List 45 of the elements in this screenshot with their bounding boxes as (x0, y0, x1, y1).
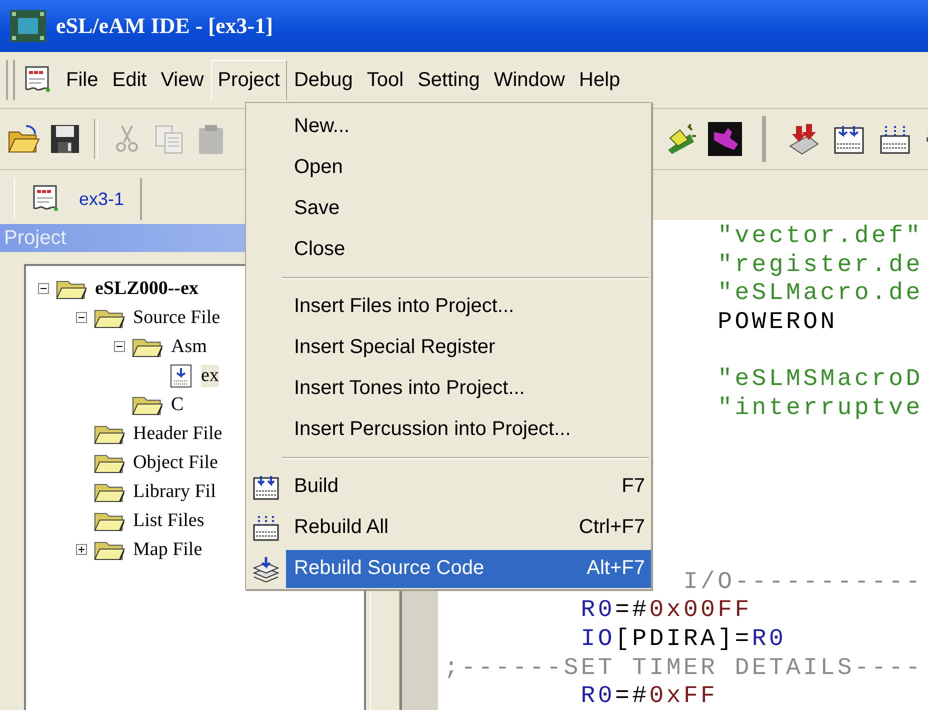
code-line: R0=#0x00FF (580, 597, 752, 626)
menu-item[interactable]: New... (286, 108, 651, 146)
window-title: eSL/eAM IDE - [ex3-1] (56, 13, 273, 39)
tree-item[interactable]: Asm (171, 336, 207, 358)
document-icon[interactable] (23, 65, 53, 95)
menu-item[interactable]: Open (286, 148, 651, 186)
code-line: "vector.def" (718, 223, 923, 252)
code-line: ;------SET TIMER DETAILS---- (444, 654, 923, 684)
tree-item[interactable]: C (171, 394, 184, 416)
code-line: "interruptve (718, 395, 923, 424)
menu-bar-item[interactable]: Edit (105, 60, 154, 100)
menu-bar-item[interactable]: Window (486, 60, 572, 100)
menu-bar-item[interactable]: Tool (360, 60, 411, 100)
menu-bar-item[interactable]: Project (210, 60, 287, 100)
collapse-icon[interactable] (38, 283, 49, 294)
menu-bar-item[interactable]: View (154, 60, 211, 100)
expand-icon[interactable] (76, 544, 87, 555)
file-tab[interactable]: ex3-1 (14, 178, 142, 220)
tree-item[interactable]: Library Fil (133, 480, 216, 502)
code-line: "register.de (718, 252, 923, 280)
code-line: IO[PDIRA]=R0 (580, 626, 786, 655)
tree-item[interactable]: Map File (133, 538, 202, 560)
menu-item[interactable]: Rebuild Source Code Alt+F7 (286, 550, 651, 588)
menu-bar-item[interactable]: Debug (286, 60, 360, 100)
app-icon (10, 10, 46, 42)
hand-icon[interactable] (708, 122, 742, 156)
document-icon (31, 184, 61, 214)
code-line: I/O----------- (683, 568, 923, 598)
tree-item[interactable]: Source File (133, 306, 220, 328)
menu-bar-item[interactable]: Help (572, 60, 628, 100)
code-line: R0=#0xFF (580, 683, 718, 710)
code-line: "eSLMacro.de (718, 280, 923, 310)
tree-item[interactable]: ex (201, 364, 219, 386)
collapse-icon[interactable] (76, 312, 87, 323)
code-line: POWERON (718, 309, 838, 338)
code-line: "eSLMSMacroD (718, 366, 923, 396)
tree-item[interactable]: eSLZ000--ex (95, 278, 198, 300)
tree-item[interactable]: Header File (133, 422, 222, 444)
collapse-icon[interactable] (114, 341, 125, 352)
menu-bar-item[interactable]: Setting (410, 60, 487, 100)
tree-item[interactable]: Object File (133, 452, 218, 474)
file-icon (169, 362, 193, 388)
menu-bar-item[interactable]: File (59, 60, 106, 100)
tree-item[interactable]: List Files (133, 510, 204, 532)
toolbar-grip[interactable] (6, 60, 15, 100)
